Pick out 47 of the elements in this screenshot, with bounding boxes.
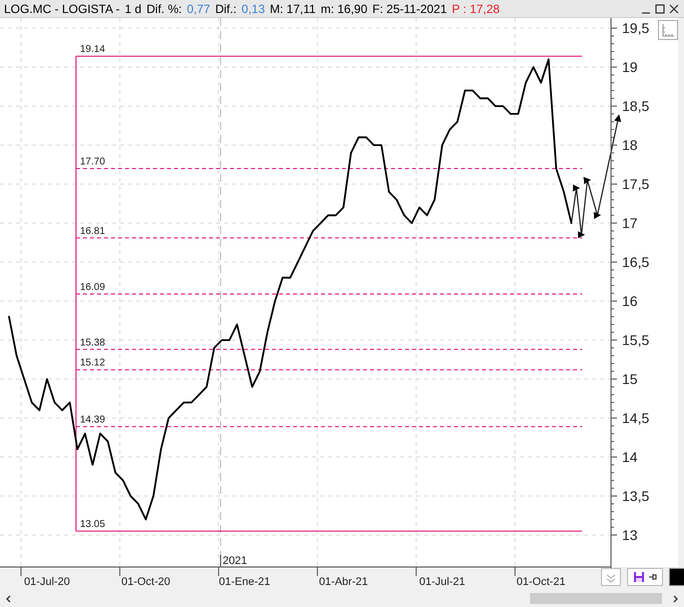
x-axis-label: 01-Ene-21 bbox=[218, 576, 270, 588]
level-label: 14.39 bbox=[80, 414, 106, 426]
level-label: 16.81 bbox=[80, 226, 106, 237]
y-axis-label: 14 bbox=[622, 449, 638, 466]
pin-icon bbox=[648, 572, 658, 582]
scrollbar-thumb[interactable] bbox=[530, 593, 662, 604]
x-axis-label: 01-Jul-21 bbox=[419, 576, 466, 588]
header-field: Dif. %: bbox=[146, 2, 182, 14]
save-button[interactable] bbox=[627, 568, 663, 586]
y-axis-label: 18 bbox=[622, 137, 638, 154]
level-label: 13.05 bbox=[80, 519, 106, 530]
y-axis-label: 19 bbox=[622, 59, 638, 76]
maximize-icon[interactable] bbox=[654, 2, 666, 14]
header-field: m: 16,90 bbox=[320, 2, 368, 14]
x-axis-label: 01-Oct-21 bbox=[516, 576, 566, 588]
y-axis-label: 19,5 bbox=[622, 20, 650, 36]
level-label: 17.70 bbox=[80, 156, 106, 168]
header-field: 1 d bbox=[124, 2, 142, 14]
level-label: 16.09 bbox=[80, 282, 106, 294]
header-field: 0,13 bbox=[242, 2, 265, 14]
x-axis-label: 01-Oct-20 bbox=[121, 576, 170, 588]
header-field: M: 17,11 bbox=[270, 2, 316, 14]
axis-settings-icon[interactable] bbox=[658, 20, 678, 40]
color-button[interactable] bbox=[669, 568, 684, 586]
header-field: Dif.: bbox=[215, 2, 237, 14]
y-axis-label: 15 bbox=[622, 371, 638, 388]
year-label: 2021 bbox=[222, 555, 248, 567]
y-axis-label: 13,5 bbox=[622, 488, 650, 504]
y-axis-label: 16,5 bbox=[622, 254, 650, 270]
x-axis-label: 01-Jul-20 bbox=[24, 576, 70, 588]
scrollbar[interactable] bbox=[0, 590, 684, 607]
y-axis-label: 14,5 bbox=[622, 410, 650, 426]
header-field: LOG.MC - LOGISTA - bbox=[4, 2, 120, 14]
y-axis-label: 13 bbox=[622, 527, 638, 544]
x-axis-label: 01-Abr-21 bbox=[318, 576, 368, 588]
y-axis-label: 18,5 bbox=[622, 98, 650, 114]
header-field: 0,77 bbox=[186, 2, 210, 14]
header-field: F: 25-11-2021 bbox=[372, 2, 447, 14]
y-axis-label: 15,5 bbox=[622, 332, 650, 348]
level-label: 15.12 bbox=[80, 358, 106, 369]
y-axis-label: 17 bbox=[622, 215, 638, 232]
y-axis-label: 17,5 bbox=[622, 176, 650, 192]
close-icon[interactable] bbox=[668, 2, 680, 14]
y-axis-label: 16 bbox=[622, 293, 638, 310]
level-label: 15.38 bbox=[80, 337, 106, 348]
header-field: P : 17,28 bbox=[452, 2, 500, 14]
level-label: 19.14 bbox=[80, 44, 106, 56]
